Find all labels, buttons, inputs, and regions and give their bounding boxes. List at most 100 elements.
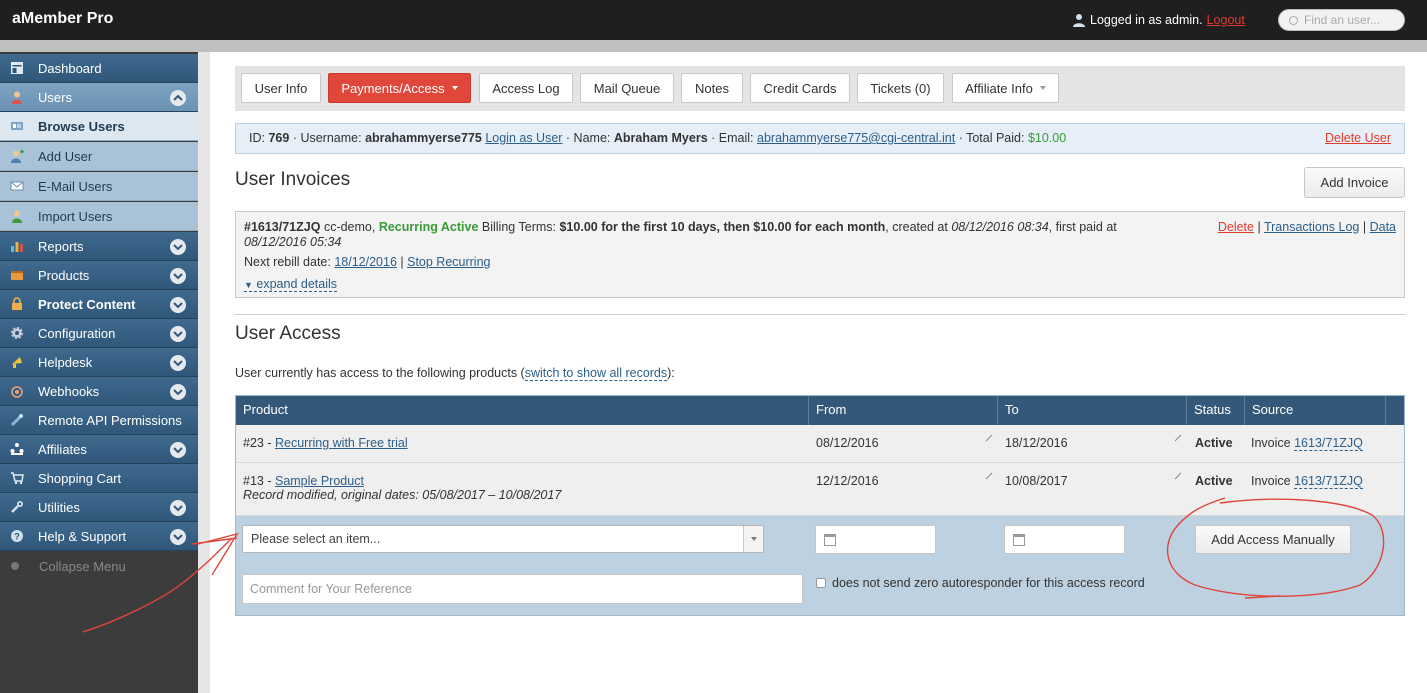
sidebar-item-configuration[interactable]: Configuration [0,319,198,348]
chevron-down-icon[interactable] [170,268,186,284]
chevron-down-icon[interactable] [170,529,186,545]
login-as-user-link[interactable]: Login as User [485,131,562,145]
edit-pencil-icon[interactable] [985,472,993,480]
sidebar-item-shopping-cart[interactable]: Shopping Cart [0,464,198,493]
sidebar-item-browse-users[interactable]: Browse Users [0,112,198,141]
sidebar-item-users[interactable]: Users [0,83,198,112]
sidebar-item-utilities[interactable]: Utilities [0,493,198,522]
switch-all-records-link[interactable]: switch to show all records [524,366,668,381]
logged-in-text: Logged in as admin. [1090,13,1203,27]
status-text: Active [1195,474,1233,488]
from-date-input[interactable] [815,525,936,554]
svg-text:?: ? [14,532,20,542]
column-status: Status [1187,396,1245,425]
sidebar-item-reports[interactable]: Reports [0,232,198,261]
chevron-down-icon[interactable] [170,297,186,313]
chevron-down-icon[interactable] [170,355,186,371]
chevron-down-icon[interactable] [170,326,186,342]
column-product: Product [236,396,809,425]
sidebar-item-remote-api[interactable]: Remote API Permissions [0,406,198,435]
invoice-data-link[interactable]: Data [1370,220,1396,234]
comment-input[interactable]: Comment for Your Reference [242,574,803,604]
to-date[interactable]: 18/12/2016 [1005,436,1068,450]
chevron-up-icon[interactable] [170,90,186,106]
calendar-icon [824,534,836,546]
reports-icon [11,242,23,252]
sidebar-item-helpdesk[interactable]: Helpdesk [0,348,198,377]
tab-affiliate-info[interactable]: Affiliate Info [952,73,1059,103]
column-source: Source [1245,396,1386,425]
chevron-down-icon[interactable] [170,384,186,400]
add-invoice-button[interactable]: Add Invoice [1304,167,1405,198]
column-to: To [998,396,1187,425]
collapse-menu-button[interactable]: Collapse Menu [0,552,198,580]
product-link[interactable]: Recurring with Free trial [275,436,408,450]
to-date[interactable]: 10/08/2017 [1005,474,1068,488]
delete-invoice-link[interactable]: Delete [1218,220,1254,234]
user-search-input[interactable]: Find an user... [1278,9,1405,31]
sidebar-item-protect-content[interactable]: Protect Content [0,290,198,319]
products-icon [11,271,23,280]
user-info-bar: ID: 769 · Username: abrahammyerse775 Log… [235,123,1405,154]
sidebar-item-help-support[interactable]: ? Help & Support [0,522,198,551]
user-email-link[interactable]: abrahammyerse775@cgi-central.int [757,131,955,145]
tab-credit-cards[interactable]: Credit Cards [750,73,850,103]
product-select[interactable]: Please select an item... [242,525,764,553]
total-paid-label: · Total Paid: [958,131,1025,145]
invoice-summary: #1613/71ZJQ cc-demo, Recurring Active Bi… [244,220,1149,250]
sidebar-item-label: Add User [38,148,93,164]
sidebar-item-affiliates[interactable]: Affiliates [0,435,198,464]
created-date: 08/12/2016 08:34 [951,220,1049,234]
sidebar-item-import-users[interactable]: Import Users [0,202,198,231]
chevron-down-icon[interactable] [170,239,186,255]
dashboard-icon [11,62,23,74]
sidebar-item-dashboard[interactable]: Dashboard [0,54,198,83]
logout-link[interactable]: Logout [1207,13,1245,27]
tab-access-log[interactable]: Access Log [479,73,573,103]
stop-recurring-link[interactable]: Stop Recurring [407,255,490,269]
import-users-icon [12,210,22,223]
billing-terms: $10.00 for the first 10 days, then $10.0… [559,220,886,234]
sidebar-item-email-users[interactable]: E-Mail Users [0,172,198,201]
webhooks-icon [11,386,23,398]
affiliates-icon [10,443,24,455]
product-select-value: Please select an item... [251,532,381,546]
tab-payments-access[interactable]: Payments/Access [328,73,471,103]
tab-tickets[interactable]: Tickets (0) [857,73,944,103]
product-link[interactable]: Sample Product [275,474,364,488]
sidebar-item-label: Products [38,267,90,283]
sidebar-item-label: Protect Content [38,296,136,312]
dropdown-arrow-icon[interactable] [743,526,763,552]
browse-users-icon [11,122,23,130]
email-label: · Email: [711,131,754,145]
tab-mail-queue[interactable]: Mail Queue [580,73,674,103]
edit-pencil-icon[interactable] [1174,434,1182,442]
sidebar-item-products[interactable]: Products [0,261,198,290]
tab-notes[interactable]: Notes [681,73,743,103]
id-label: ID: [249,131,265,145]
from-date[interactable]: 08/12/2016 [816,436,879,450]
chevron-down-icon[interactable] [170,442,186,458]
sidebar-item-label: Remote API Permissions [38,412,182,428]
next-rebill-date-link[interactable]: 18/12/2016 [334,255,397,269]
edit-pencil-icon[interactable] [985,434,993,442]
add-access-manually-button[interactable]: Add Access Manually [1195,525,1351,554]
tab-user-info[interactable]: User Info [241,73,321,103]
no-zero-autoresponder-option[interactable]: does not send zero autoresponder for thi… [816,576,1145,590]
from-date[interactable]: 12/12/2016 [816,474,879,488]
no-autoresponder-label: does not send zero autoresponder for thi… [832,576,1145,590]
chevron-down-icon[interactable] [170,500,186,516]
sidebar-item-add-user[interactable]: Add User [0,142,198,171]
table-row: #23 - Recurring with Free trial 08/12/20… [236,425,1404,463]
next-rebill: Next rebill date: 18/12/2016 | Stop Recu… [244,255,491,269]
to-date-input[interactable] [1004,525,1125,554]
no-autoresponder-checkbox[interactable] [816,578,826,588]
source-invoice-link[interactable]: 1613/71ZJQ [1294,436,1363,451]
expand-details-link[interactable]: ▼ expand details [244,277,338,292]
transactions-log-link[interactable]: Transactions Log [1264,220,1359,234]
source-cell: Invoice 1613/71ZJQ [1251,474,1363,489]
edit-pencil-icon[interactable] [1174,472,1182,480]
delete-user-link[interactable]: Delete User [1325,124,1391,153]
sidebar-item-webhooks[interactable]: Webhooks [0,377,198,406]
source-invoice-link[interactable]: 1613/71ZJQ [1294,474,1363,489]
